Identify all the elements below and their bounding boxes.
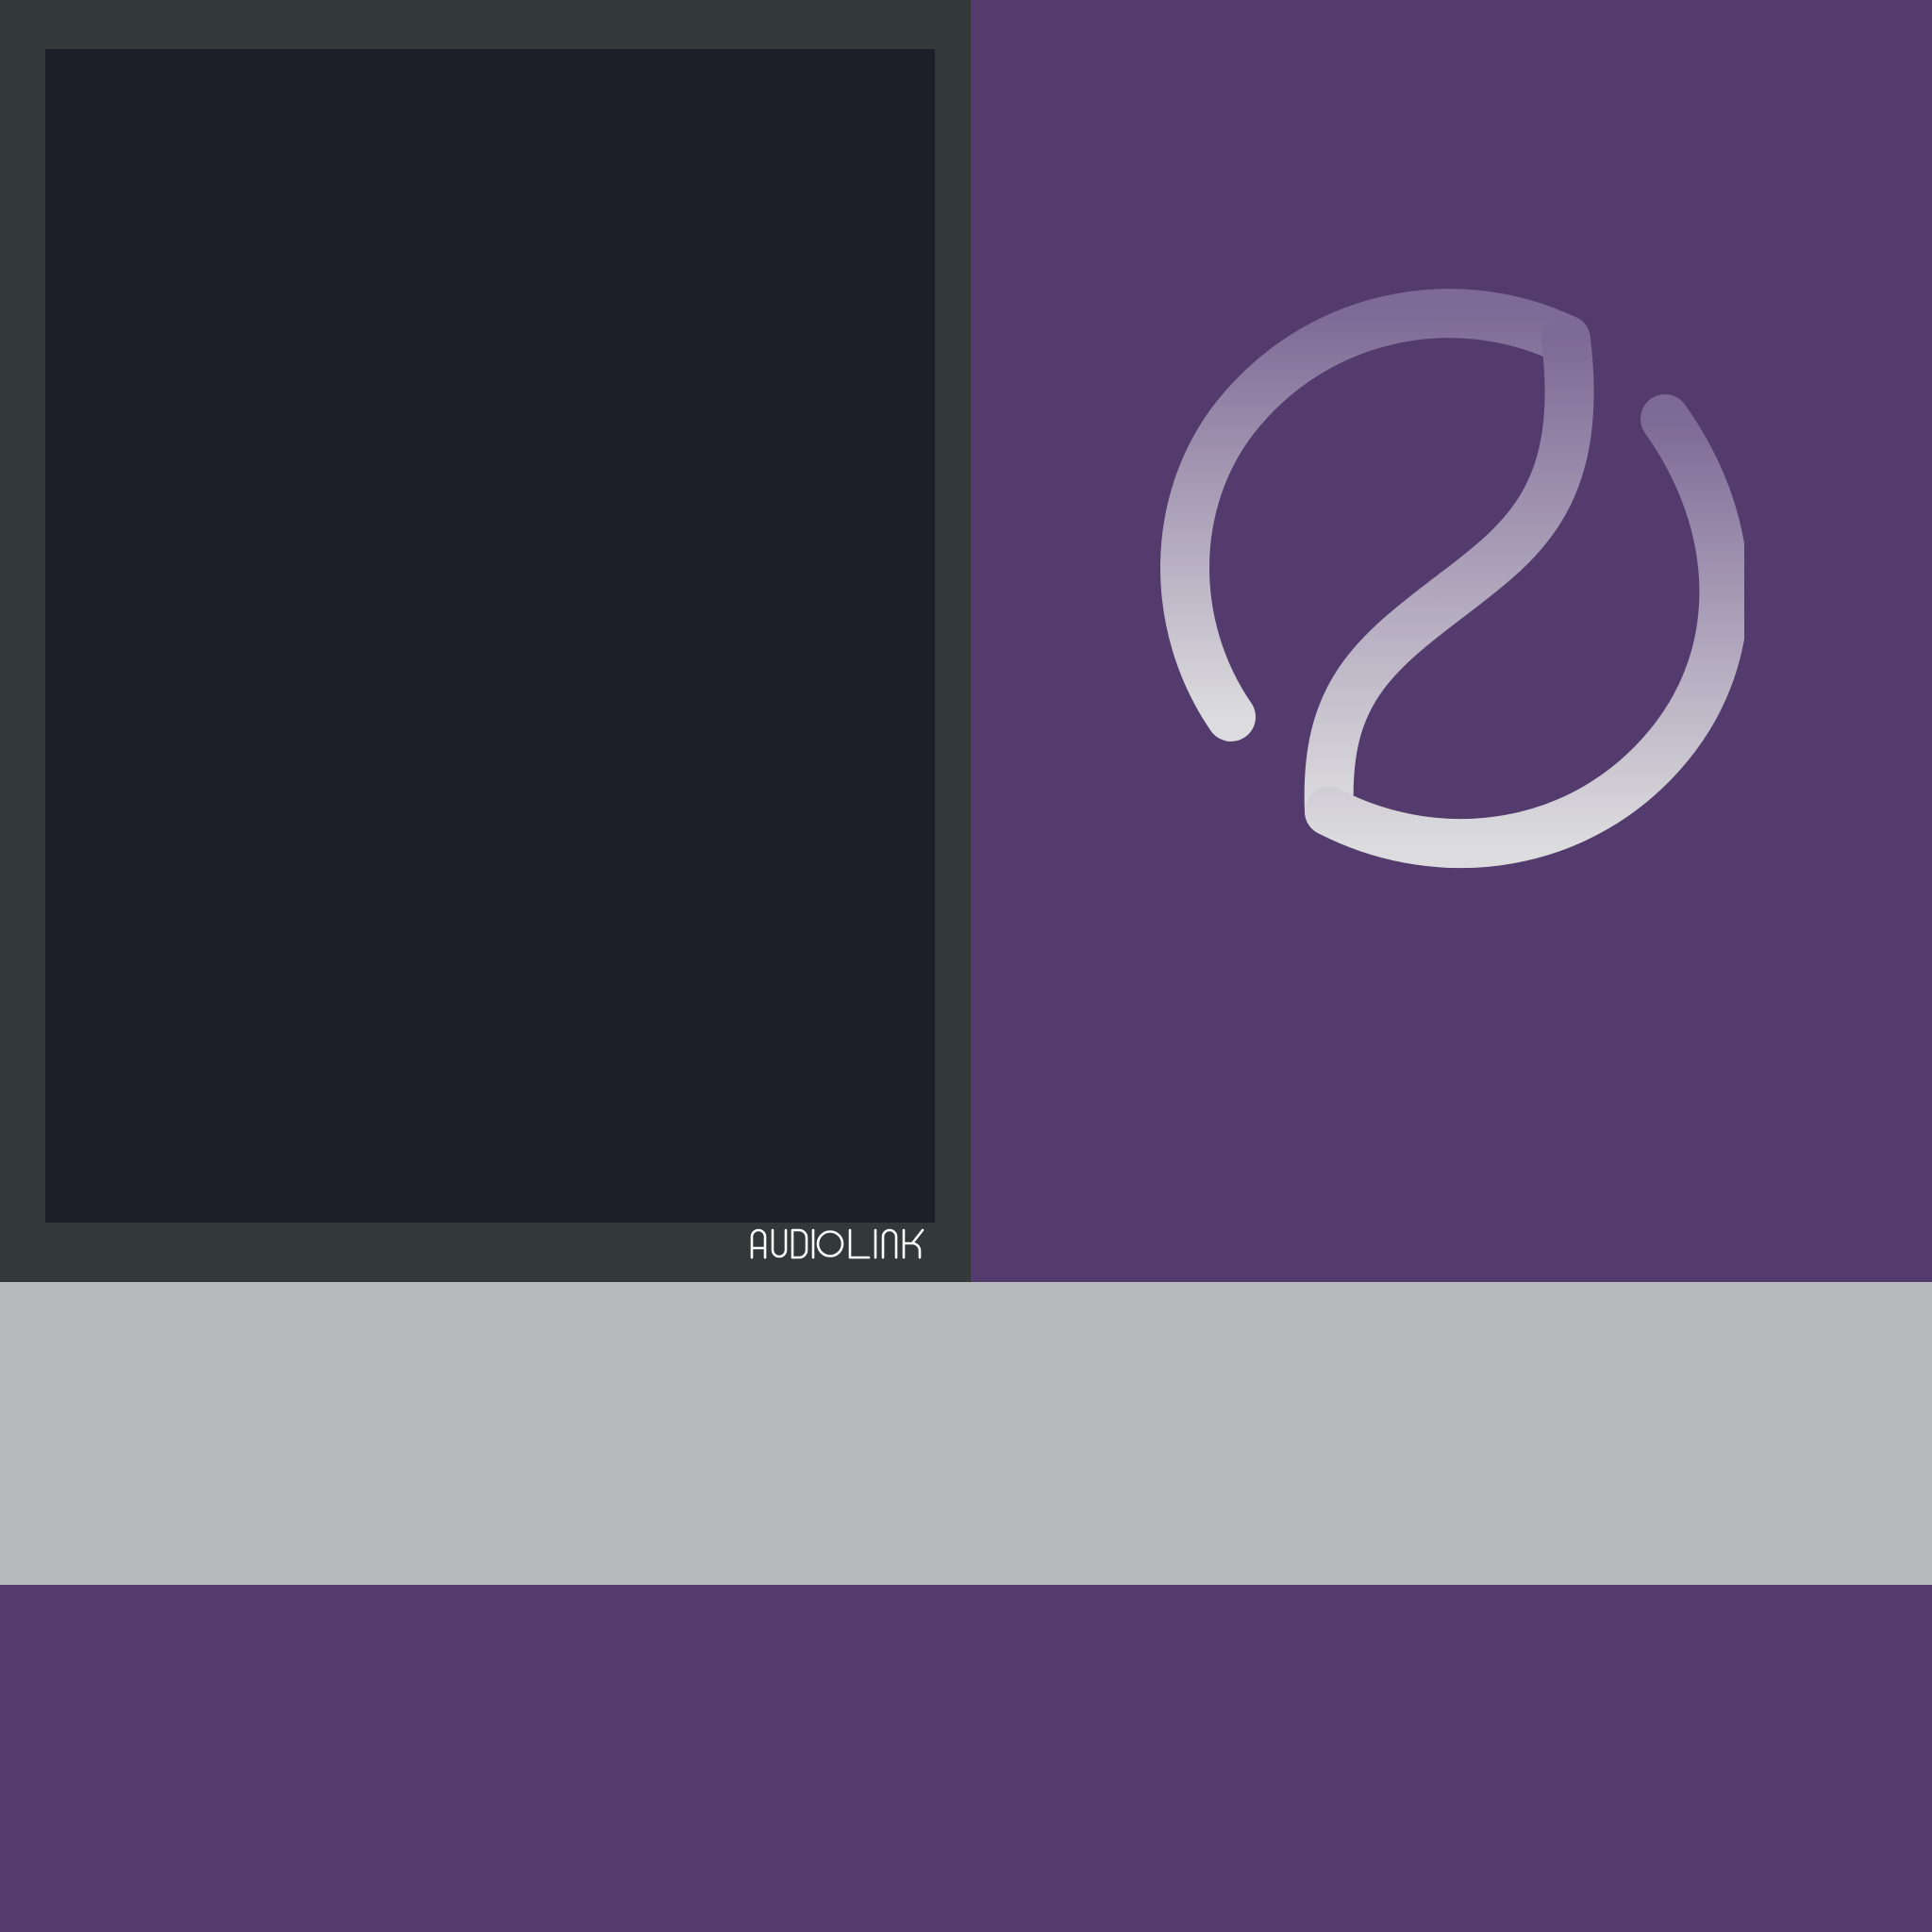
audiolink-texture-sheet xyxy=(0,0,1932,1932)
gray-band xyxy=(0,1282,1932,1585)
bottom-band xyxy=(0,1585,1932,1932)
audiolink-logo-icon xyxy=(1141,274,1744,877)
screen-frame xyxy=(0,0,971,1282)
audiolink-wordmark xyxy=(750,1227,934,1259)
screen-display xyxy=(45,49,935,1223)
audiolink-wordmark-glyphs xyxy=(750,1228,924,1259)
